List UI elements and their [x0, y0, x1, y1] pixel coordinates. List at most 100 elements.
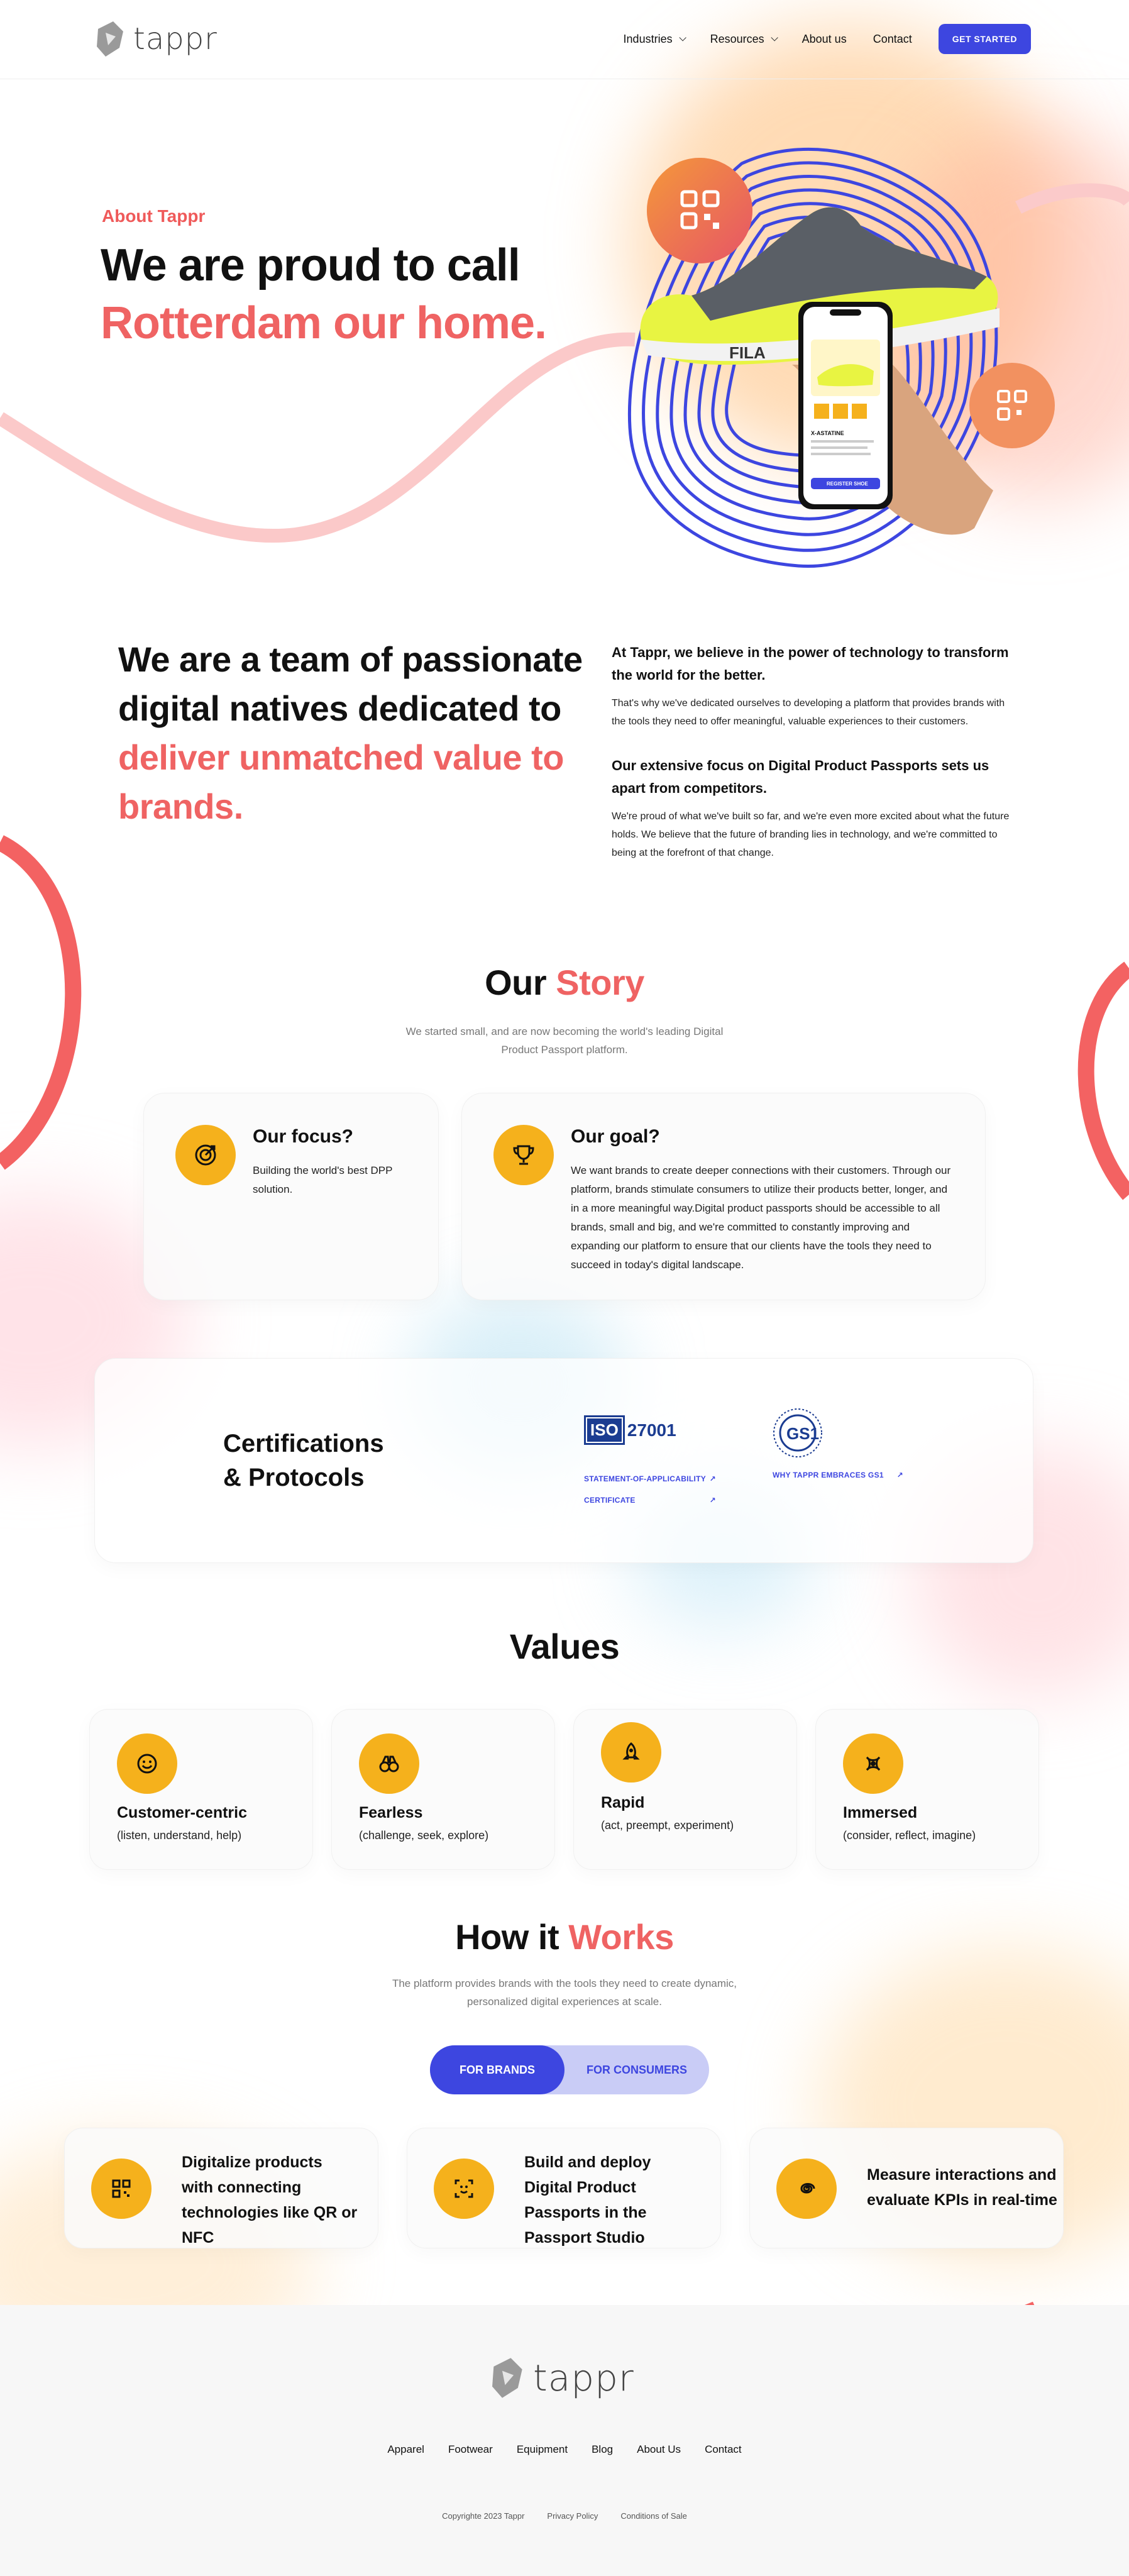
certifications-card: Certifications & Protocols ISO 27001 STA… — [94, 1358, 1033, 1563]
certifications-title-line1: Certifications — [223, 1430, 384, 1457]
team-text-column: At Tappr, we believe in the power of tec… — [612, 641, 1014, 862]
footer-link-about-us[interactable]: About Us — [637, 2443, 681, 2456]
iso-link-soa-label: STATEMENT-OF-APPLICABILITY — [584, 1474, 707, 1483]
iso-link-certificate[interactable]: CERTIFICATE ↗ — [584, 1496, 716, 1505]
qr-bubble-large — [647, 158, 752, 263]
gs1-link[interactable]: WHY TAPPR EMBRACES GS1 ↗ — [773, 1471, 903, 1479]
footer-link-apparel[interactable]: Apparel — [387, 2443, 424, 2456]
value-card-rapid: Rapid (act, preempt, experiment) — [573, 1709, 797, 1870]
team-block1-text: That's why we've dedicated ourselves to … — [612, 698, 1005, 727]
footer-link-blog[interactable]: Blog — [592, 2443, 613, 2456]
story-title: Our Story — [0, 962, 1129, 1003]
target-icon — [175, 1125, 236, 1185]
chevron-down-icon — [771, 34, 778, 41]
how-step-3: Measure interactions and evaluate KPIs i… — [749, 2128, 1064, 2248]
story-title-a: Our — [485, 963, 547, 1002]
value-card-immersed: Immersed (consider, reflect, imagine) — [815, 1709, 1039, 1870]
qr-code-icon — [91, 2159, 151, 2219]
toggle-for-brands[interactable]: FOR BRANDS — [430, 2045, 564, 2094]
trophy-icon — [493, 1125, 554, 1185]
header-logo[interactable]: tappr — [94, 20, 218, 58]
how-step-3-text: Measure interactions and evaluate KPIs i… — [867, 2166, 1057, 2209]
immersed-icon — [843, 1733, 903, 1794]
team-title: We are a team of passionate digital nati… — [118, 635, 583, 831]
rocket-icon — [601, 1722, 661, 1783]
team-block1-heading: At Tappr, we believe in the power of tec… — [612, 644, 1009, 683]
footer-privacy-link[interactable]: Privacy Policy — [547, 2511, 598, 2521]
scan-face-icon — [434, 2159, 494, 2219]
footer-nav: Apparel Footwear Equipment Blog About Us… — [0, 2443, 1129, 2456]
phone-register-button: REGISTER SHOE — [827, 481, 868, 487]
iso-number: 27001 — [627, 1420, 676, 1440]
value-title-rapid: Rapid — [601, 1794, 645, 1811]
footer-conditions-link[interactable]: Conditions of Sale — [620, 2511, 687, 2521]
how-step-2-text: Build and deploy Digital Product Passpor… — [524, 2153, 651, 2247]
team-title-line3: deliver unmatched value to — [118, 738, 564, 777]
binoculars-icon — [359, 1733, 419, 1794]
tappr-logo-icon — [97, 21, 123, 57]
values-title: Values — [509, 1627, 620, 1666]
iso-link-soa[interactable]: STATEMENT-OF-APPLICABILITY ↗ — [584, 1474, 716, 1483]
story-title-b: Story — [556, 963, 644, 1002]
iso-link-certificate-label: CERTIFICATE — [584, 1496, 636, 1505]
value-sub-fearless: (challenge, seek, explore) — [359, 1829, 489, 1842]
chevron-down-icon — [679, 34, 686, 41]
certifications-title: Certifications & Protocols — [223, 1427, 384, 1495]
how-step-1: Digitalize products with connecting tech… — [64, 2128, 378, 2248]
how-subtitle: The platform provides brands with the to… — [392, 1977, 737, 2008]
team-title-line2: digital natives dedicated to — [118, 688, 561, 728]
nav-about-us[interactable]: About us — [802, 33, 847, 46]
spiral-icon — [776, 2159, 837, 2219]
focus-card: Our focus? Building the world's best DPP… — [143, 1093, 439, 1300]
hero-illustration: FILA X-ASTATINE REGISTER SHOE — [627, 147, 1055, 568]
footer-link-footwear[interactable]: Footwear — [448, 2443, 493, 2456]
hero-title: We are proud to call Rotterdam our home. — [101, 236, 547, 352]
qr-bubble-small — [969, 363, 1055, 448]
get-started-button[interactable]: GET STARTED — [938, 24, 1031, 54]
arrow-up-right-icon: ↗ — [896, 1471, 903, 1479]
nav-industries-label: Industries — [623, 32, 673, 45]
logo-wordmark: tappr — [133, 21, 218, 57]
nav-contact[interactable]: Contact — [873, 33, 912, 46]
value-title-immersed: Immersed — [843, 1804, 918, 1821]
hero-title-line2: Rotterdam our home. — [101, 298, 547, 348]
how-title: How it Works — [0, 1916, 1129, 1957]
toggle-for-consumers[interactable]: FOR CONSUMERS — [564, 2045, 709, 2094]
footer-copyright: Copyrighte 2023 Tappr — [442, 2511, 525, 2521]
gs1-link-label: WHY TAPPR EMBRACES GS1 — [773, 1471, 884, 1479]
value-card-fearless: Fearless (challenge, seek, explore) — [331, 1709, 555, 1870]
iso-badge: ISO — [584, 1415, 625, 1445]
how-title-a: How it — [455, 1917, 559, 1957]
arrow-up-right-icon: ↗ — [709, 1496, 716, 1505]
goal-title: Our goal? — [571, 1126, 660, 1147]
gs1-badge: GS1 — [786, 1424, 819, 1443]
gs1-logo: GS1 — [773, 1407, 835, 1462]
team-title-line1: We are a team of passionate — [118, 639, 583, 679]
arrow-up-right-icon: ↗ — [709, 1474, 716, 1483]
value-card-customer-centric: Customer-centric (listen, understand, he… — [89, 1709, 313, 1870]
main-nav: Industries Resources About us Contact GE… — [624, 24, 1031, 54]
site-header: tappr Industries Resources About us Cont… — [0, 0, 1129, 79]
footer-logo[interactable]: tappr — [489, 2357, 634, 2399]
hand-holding-phone: X-ASTATINE REGISTER SHOE — [792, 302, 993, 535]
value-title-fearless: Fearless — [359, 1804, 423, 1821]
tappr-logo-icon — [492, 2358, 522, 2398]
value-sub-rapid: (act, preempt, experiment) — [601, 1819, 734, 1832]
footer-logo-wordmark: tappr — [533, 2357, 634, 2399]
nav-industries[interactable]: Industries — [623, 32, 686, 46]
focus-title: Our focus? — [253, 1126, 354, 1147]
hero-eyebrow: About Tappr — [102, 206, 206, 226]
nav-resources-label: Resources — [710, 32, 764, 45]
audience-toggle: FOR BRANDS FOR CONSUMERS — [430, 2045, 709, 2094]
how-step-2: Build and deploy Digital Product Passpor… — [407, 2128, 721, 2248]
story-subtitle: We started small, and are now becoming t… — [405, 1025, 724, 1056]
footer-link-equipment[interactable]: Equipment — [517, 2443, 568, 2456]
svg-text:FILA: FILA — [729, 343, 766, 362]
phone-product-name: X-ASTATINE — [811, 430, 844, 436]
nav-about-us-label: About us — [801, 32, 847, 45]
nav-resources[interactable]: Resources — [710, 32, 778, 46]
value-title-customer-centric: Customer-centric — [117, 1804, 247, 1821]
footer-link-contact[interactable]: Contact — [705, 2443, 742, 2456]
certifications-title-line2: & Protocols — [223, 1464, 365, 1491]
team-block2-text: We're proud of what we've built so far, … — [612, 811, 1010, 858]
